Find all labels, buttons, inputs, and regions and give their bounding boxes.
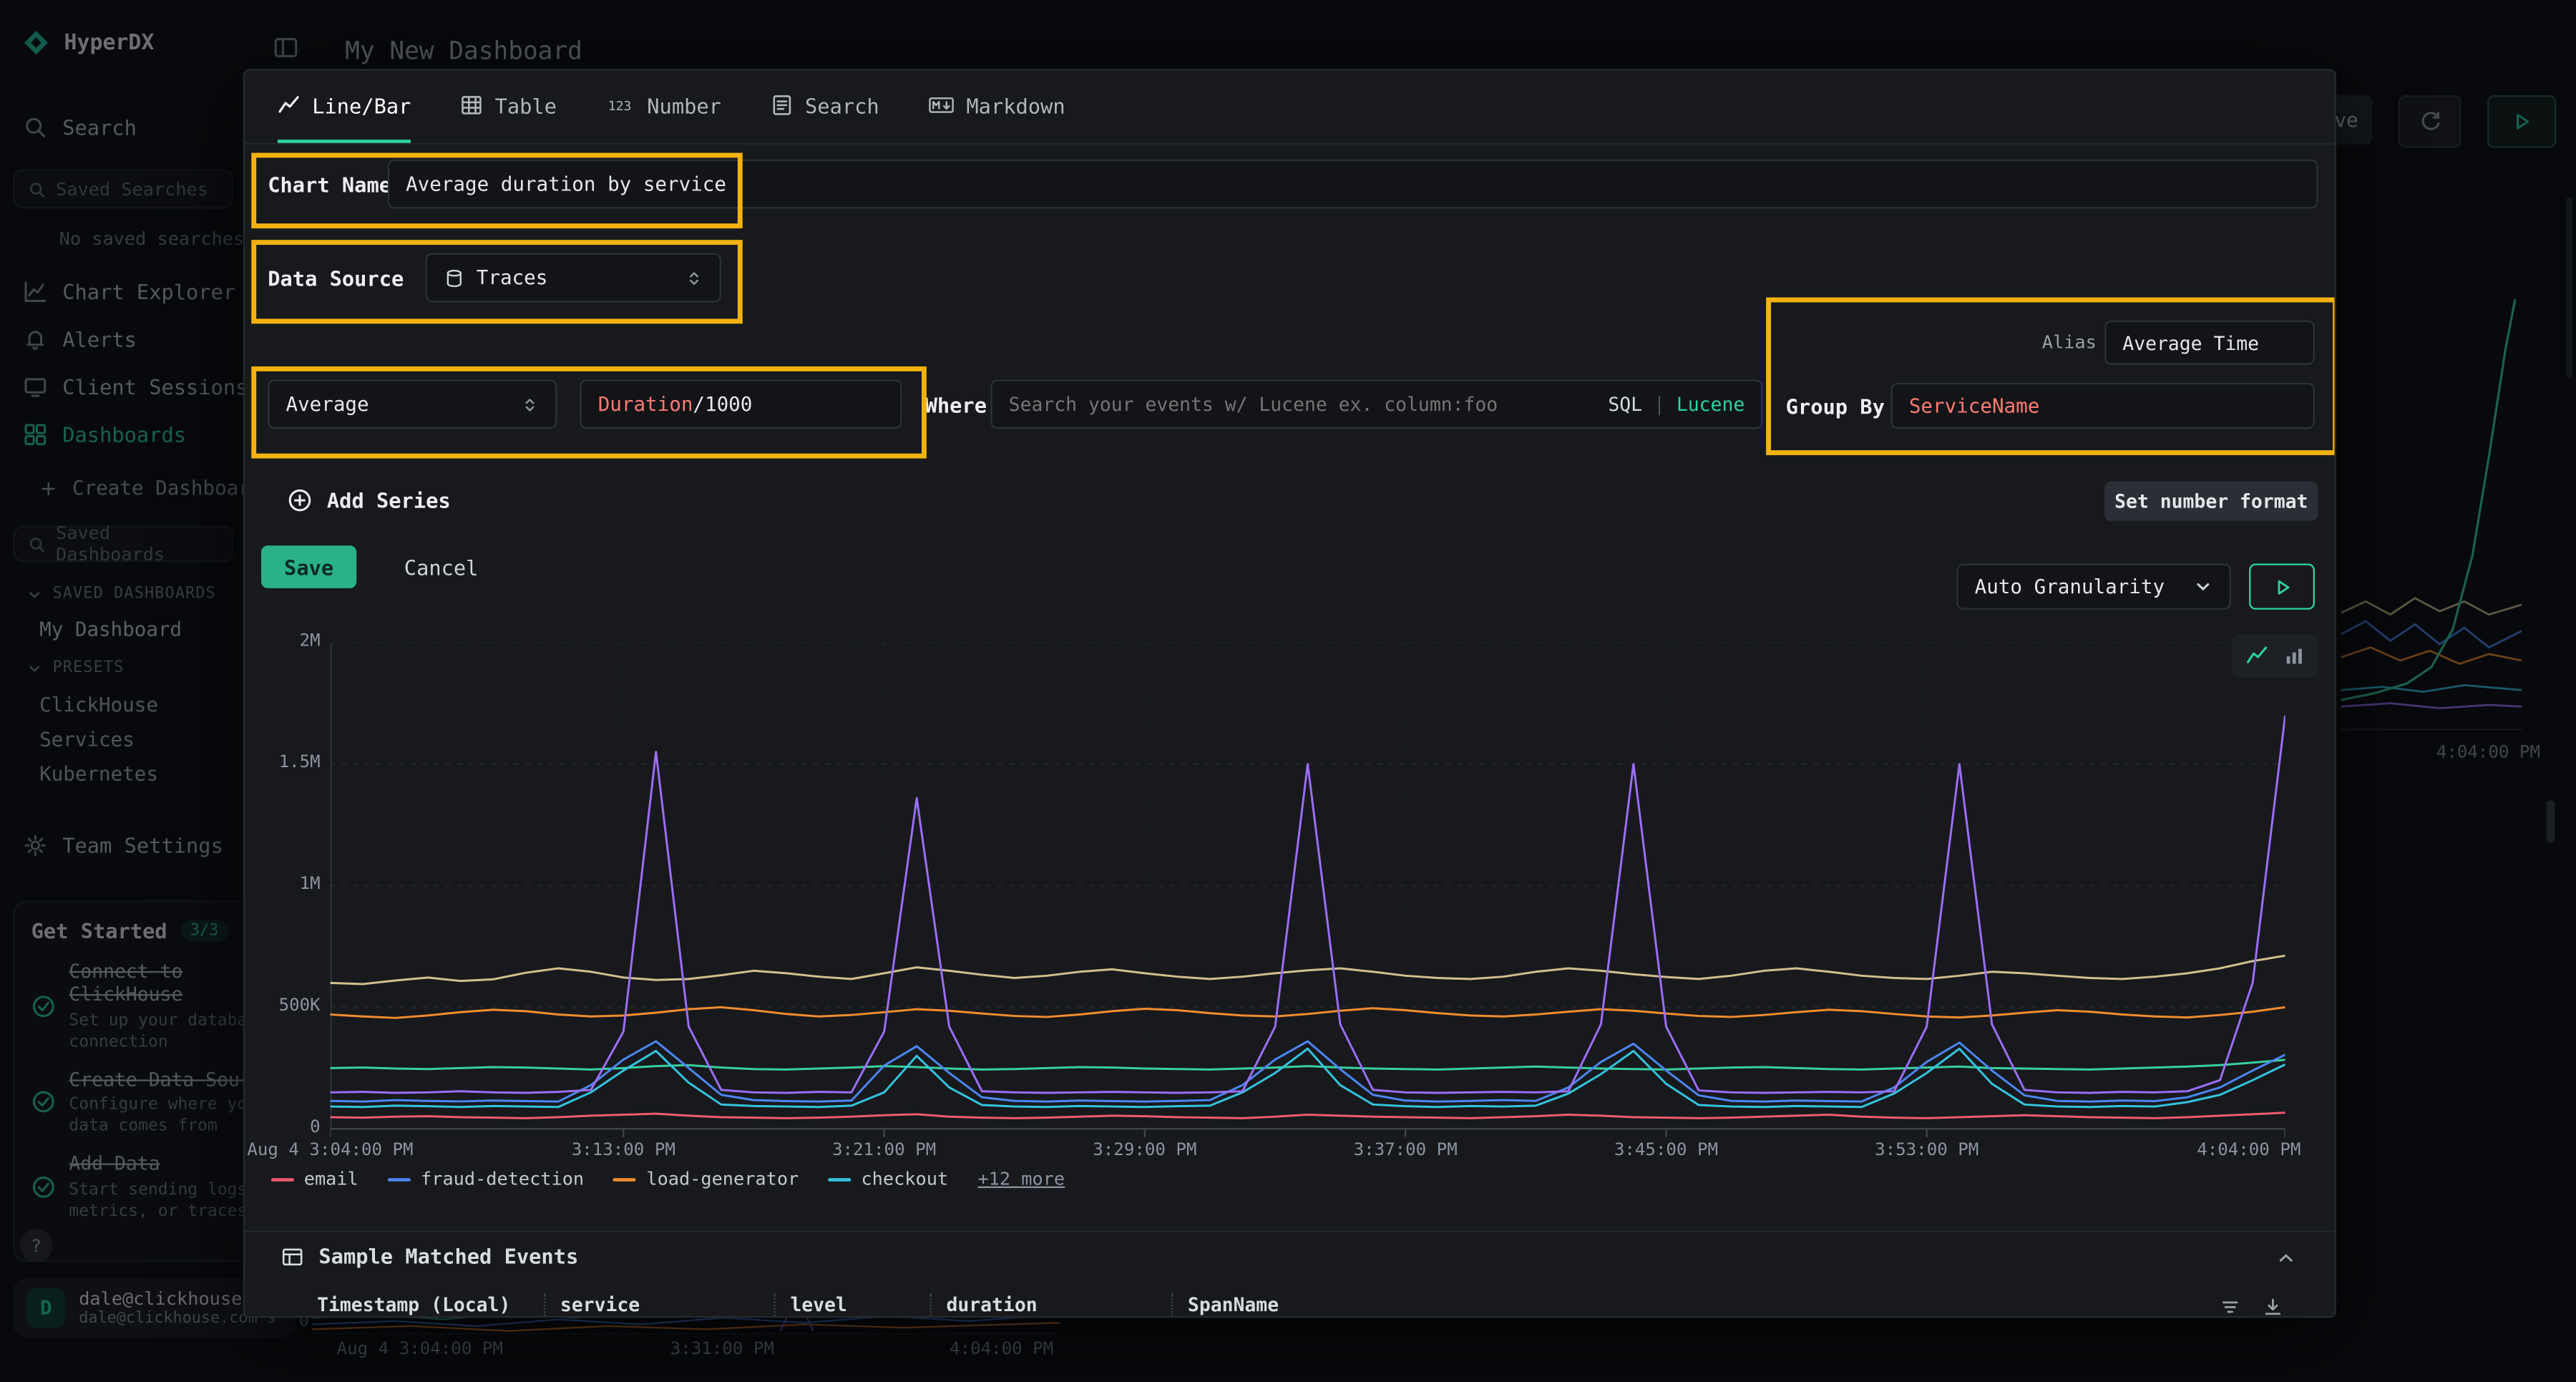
group-by-input[interactable]: ServiceName xyxy=(1891,383,2315,429)
cancel-button[interactable]: Cancel xyxy=(404,555,479,580)
x-tick-label: 3:29:00 PM xyxy=(1093,1140,1196,1160)
x-tick-label: 3:53:00 PM xyxy=(1875,1140,1979,1160)
y-tick-label: 1M xyxy=(248,874,321,894)
tab-line-bar[interactable]: Line/Bar xyxy=(278,71,411,143)
select-updown-icon xyxy=(521,395,539,413)
y-tick-label: 0 xyxy=(248,1117,321,1137)
bar-chart-toggle-icon[interactable] xyxy=(2283,645,2305,666)
chart-legend: email fraud-detection load-generator checko… xyxy=(271,1168,1065,1189)
run-chart-button[interactable] xyxy=(2249,563,2315,609)
text-cursor xyxy=(739,173,741,195)
x-tick-label: 3:21:00 PM xyxy=(832,1140,936,1160)
column-separator xyxy=(1171,1293,1173,1318)
chevron-down-icon xyxy=(2193,577,2213,597)
plus-circle-icon xyxy=(288,488,312,512)
where-search-input[interactable]: SQL | Lucene xyxy=(990,379,1762,429)
y-tick-label: 2M xyxy=(248,631,321,651)
legend-item[interactable]: fraud-detection xyxy=(388,1168,584,1189)
legend-dash-icon xyxy=(613,1177,636,1181)
select-updown-icon xyxy=(685,268,703,286)
chart-display-toggle xyxy=(2233,634,2318,677)
number-123-icon: 123 xyxy=(606,94,635,117)
data-source-select[interactable]: Traces xyxy=(426,253,721,303)
chart-name-input[interactable]: Average duration by service xyxy=(388,160,2318,209)
main-chart-svg xyxy=(330,643,2285,1139)
x-tick-label: 3:45:00 PM xyxy=(1614,1140,1718,1160)
line-chart-toggle-icon[interactable] xyxy=(2246,644,2269,667)
field-expression-input[interactable]: Duration/1000 xyxy=(580,379,902,429)
download-icon[interactable] xyxy=(2262,1296,2283,1318)
column-header-timestamp[interactable]: Timestamp (Local) xyxy=(317,1293,510,1316)
granularity-select[interactable]: Auto Granularity xyxy=(1956,563,2230,609)
data-source-label: Data Source xyxy=(268,266,404,291)
aggregation-select[interactable]: Average xyxy=(268,379,557,429)
legend-dash-icon xyxy=(271,1177,294,1181)
where-search-field[interactable] xyxy=(1009,393,1584,416)
legend-dash-icon xyxy=(829,1177,852,1181)
column-separator xyxy=(774,1293,775,1318)
line-chart-icon xyxy=(278,94,301,117)
column-separator xyxy=(544,1293,545,1318)
column-header-level[interactable]: level xyxy=(790,1293,847,1316)
legend-more-link[interactable]: +12 more xyxy=(977,1168,1065,1189)
legend-item[interactable]: load-generator xyxy=(613,1168,799,1189)
filter-icon[interactable] xyxy=(2220,1296,2241,1318)
tab-number[interactable]: 123 Number xyxy=(606,71,721,143)
chart-name-label: Chart Name xyxy=(268,172,391,197)
x-tick-label: Aug 4 3:04:00 PM xyxy=(247,1140,413,1160)
markdown-icon xyxy=(929,94,955,117)
screen: My New Dashboard Save 4:04:00 PM xyxy=(0,0,2576,1382)
y-tick-label: 1.5M xyxy=(248,753,321,773)
alias-label: Alias xyxy=(2042,332,2097,354)
table-icon xyxy=(460,94,483,117)
svg-text:123: 123 xyxy=(608,99,631,114)
column-header-spanname[interactable]: SpanName xyxy=(1188,1293,1279,1316)
database-icon xyxy=(444,267,465,288)
chart-editor-modal: Line/Bar Table 123 Number Search Markdow… xyxy=(243,69,2336,1318)
section-divider xyxy=(245,1231,2334,1232)
tab-markdown[interactable]: Markdown xyxy=(929,71,1065,143)
x-tick-label: 4:04:00 PM xyxy=(2197,1140,2301,1160)
chevron-up-icon[interactable] xyxy=(2275,1247,2297,1269)
legend-item[interactable]: email xyxy=(271,1168,358,1189)
group-by-label: Group By xyxy=(1786,394,1885,419)
alias-input[interactable]: Average Time xyxy=(2104,321,2315,365)
tab-search[interactable]: Search xyxy=(771,71,879,143)
column-header-duration[interactable]: duration xyxy=(946,1293,1037,1316)
legend-item[interactable]: checkout xyxy=(829,1168,949,1189)
query-language-toggle[interactable]: SQL | Lucene xyxy=(1608,393,1745,416)
play-icon xyxy=(2271,576,2293,598)
where-label: Where xyxy=(925,393,987,417)
tab-table[interactable]: Table xyxy=(460,71,557,143)
add-series-button[interactable]: Add Series xyxy=(288,488,451,512)
sample-events-header[interactable]: Sample Matched Events xyxy=(281,1244,579,1268)
y-tick-label: 500K xyxy=(248,996,321,1016)
column-separator xyxy=(930,1293,931,1318)
save-button[interactable]: Save xyxy=(261,545,356,588)
chart-type-tabs: Line/Bar Table 123 Number Search Markdow… xyxy=(245,71,2334,145)
set-number-format-button[interactable]: Set number format xyxy=(2104,482,2318,521)
x-tick-label: 3:13:00 PM xyxy=(572,1140,675,1160)
x-tick-label: 3:37:00 PM xyxy=(1354,1140,1458,1160)
document-list-icon xyxy=(771,94,794,117)
table-icon xyxy=(281,1245,304,1267)
legend-dash-icon xyxy=(388,1177,411,1181)
column-header-service[interactable]: service xyxy=(560,1293,640,1316)
